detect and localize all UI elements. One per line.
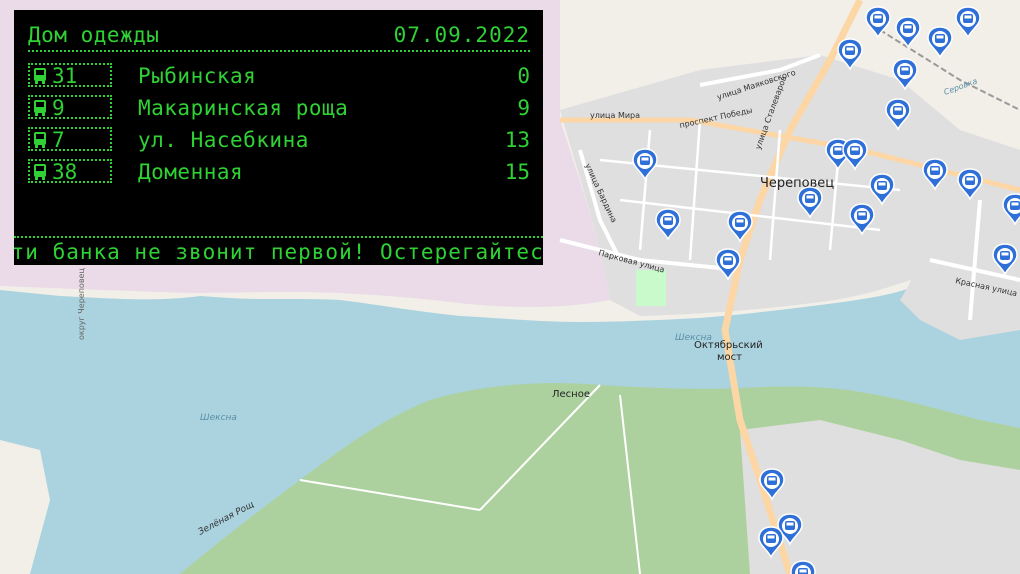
bus-icon (34, 100, 46, 116)
bus-icon (34, 132, 46, 148)
city-label: Череповец (760, 176, 834, 191)
route-badge: 9 (28, 95, 112, 120)
arrival-minutes: 15 (504, 160, 530, 184)
route-number: 31 (52, 64, 78, 88)
destination: ул. Насебкина (138, 128, 309, 152)
arrival-minutes: 13 (504, 128, 530, 152)
river-label-east: Шексна (675, 333, 712, 343)
route-badge: 7 (28, 127, 112, 152)
park (636, 270, 666, 306)
arrival-minutes: 9 (517, 96, 530, 120)
river-label-west: Шексна (200, 413, 237, 423)
board-header: Дом одежды 07.09.2022 (28, 20, 530, 52)
route-number: 7 (52, 128, 65, 152)
board-date: 07.09.2022 (393, 23, 530, 47)
bridge-label-2: мост (717, 352, 742, 363)
destination: Доменная (138, 160, 244, 184)
departure-board: Дом одежды 07.09.2022 31 Рыбинская 0 9 М… (14, 10, 543, 265)
bus-icon (34, 68, 46, 84)
bus-stop-pin-icon[interactable] (790, 560, 816, 574)
bus-icon (34, 164, 46, 180)
route-badge: 38 (28, 159, 112, 184)
departure-row: 38 Доменная 15 (28, 158, 530, 186)
okrug-label: округ Череповец (77, 268, 86, 340)
news-ticker: сти банка не звонит первой! Остерегайтес… (14, 236, 543, 266)
mira-label: улица Мира (590, 111, 640, 120)
ticker-text: сти банка не звонит первой! Остерегайтес… (14, 240, 543, 264)
arrival-minutes: 0 (517, 64, 530, 88)
route-number: 38 (52, 160, 78, 184)
lesnoe-label: Лесное (552, 389, 590, 400)
route-number: 9 (52, 96, 65, 120)
destination: Макаринская роща (138, 96, 349, 120)
stop-title: Дом одежды (28, 23, 160, 47)
destination: Рыбинская (138, 64, 257, 88)
departure-row: 7 ул. Насебкина 13 (28, 126, 530, 154)
route-badge: 31 (28, 63, 112, 88)
departure-row: 31 Рыбинская 0 (28, 62, 530, 90)
departure-row: 9 Макаринская роща 9 (28, 94, 530, 122)
